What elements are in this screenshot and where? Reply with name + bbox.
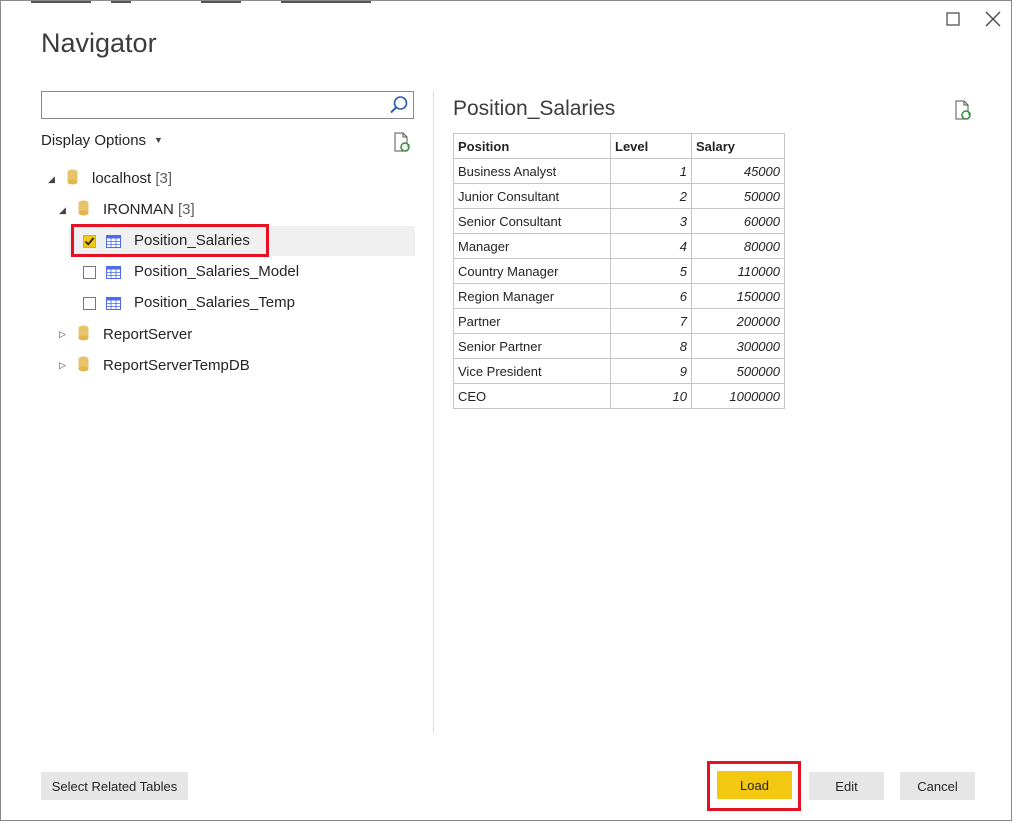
table-row: Senior Partner 8 300000 — [453, 333, 785, 359]
collapsed-triangle-icon[interactable]: ▷ — [59, 329, 66, 340]
database-count: [3] — [178, 201, 195, 218]
table-cell: 60000 — [691, 208, 785, 234]
dialog-title: Navigator — [41, 28, 157, 58]
checkbox-unchecked[interactable] — [83, 266, 96, 279]
column-header[interactable]: Level — [610, 133, 692, 159]
expanded-triangle-icon[interactable]: ◢ — [59, 205, 66, 216]
search-input[interactable] — [46, 94, 380, 118]
background-strip — [1, 1, 481, 5]
database-icon — [67, 169, 78, 185]
highlight-box-load — [707, 761, 801, 811]
table-cell: 45000 — [691, 158, 785, 184]
edit-button[interactable]: Edit — [809, 772, 884, 800]
database-icon — [78, 356, 89, 372]
refresh-document-icon[interactable] — [954, 100, 972, 120]
column-header[interactable]: Position — [453, 133, 611, 159]
database-icon — [78, 200, 89, 216]
table-label: Position_Salaries_Model — [134, 263, 300, 280]
table-cell: 10 — [610, 383, 692, 409]
server-name: localhost — [92, 170, 152, 187]
table-cell: Senior Consultant — [453, 208, 611, 234]
server-count: [3] — [155, 170, 173, 187]
tree-node-reportserver[interactable]: ▷ ReportServer — [41, 320, 411, 351]
database-label: ReportServer — [103, 326, 193, 343]
tree-item-position-salaries-temp[interactable]: Position_Salaries_Temp — [71, 288, 411, 319]
table-cell: CEO — [453, 383, 611, 409]
table-cell: 200000 — [691, 308, 785, 334]
database-name: IRONMAN — [103, 201, 174, 218]
table-cell: 1000000 — [691, 383, 785, 409]
table-cell: 150000 — [691, 283, 785, 309]
preview-title: Position_Salaries — [453, 97, 616, 120]
table-cell: 6 — [610, 283, 692, 309]
table-cell: 8 — [610, 333, 692, 359]
table-cell: Senior Partner — [453, 333, 611, 359]
database-label: ReportServerTempDB — [103, 357, 250, 374]
display-options-label: Display Options — [41, 132, 147, 149]
table-cell: 500000 — [691, 358, 785, 384]
table-cell: Junior Consultant — [453, 183, 611, 209]
tree-label: localhost [3] — [92, 170, 172, 187]
table-cell: Business Analyst — [453, 158, 611, 184]
table-icon — [106, 297, 121, 310]
table-cell: 5 — [610, 258, 692, 284]
cancel-button[interactable]: Cancel — [900, 772, 975, 800]
refresh-document-icon[interactable] — [393, 132, 411, 152]
table-cell: 2 — [610, 183, 692, 209]
table-cell: Manager — [453, 233, 611, 259]
table-row: Business Analyst 1 45000 — [453, 158, 785, 184]
tree-node-localhost[interactable]: ◢ localhost [3] — [41, 164, 411, 195]
table-row: Country Manager 5 110000 — [453, 258, 785, 284]
highlight-box-selected-table — [71, 224, 269, 257]
tree-node-ironman[interactable]: ◢ IRONMAN [3] — [41, 195, 411, 226]
table-row: Senior Consultant 3 60000 — [453, 208, 785, 234]
preview-table: Position Level Salary Business Analyst 1 4… — [453, 133, 785, 409]
collapsed-triangle-icon[interactable]: ▷ — [59, 360, 66, 371]
table-cell: 4 — [610, 233, 692, 259]
table-cell: 3 — [610, 208, 692, 234]
checkbox-unchecked[interactable] — [83, 297, 96, 310]
table-cell: 1 — [610, 158, 692, 184]
chevron-down-icon: ▼ — [154, 135, 163, 145]
pane-divider — [433, 91, 434, 733]
table-cell: 300000 — [691, 333, 785, 359]
maximize-icon[interactable] — [943, 9, 963, 29]
select-related-tables-button[interactable]: Select Related Tables — [41, 772, 188, 800]
table-cell: Country Manager — [453, 258, 611, 284]
column-header[interactable]: Salary — [691, 133, 785, 159]
table-row: Junior Consultant 2 50000 — [453, 183, 785, 209]
table-row: Partner 7 200000 — [453, 308, 785, 334]
tree-node-reportservertempdb[interactable]: ▷ ReportServerTempDB — [41, 351, 411, 382]
table-row: Vice President 9 500000 — [453, 358, 785, 384]
search-icon[interactable] — [389, 95, 409, 115]
table-cell: 9 — [610, 358, 692, 384]
tree-item-position-salaries-model[interactable]: Position_Salaries_Model — [71, 257, 411, 288]
table-label: Position_Salaries_Temp — [134, 294, 295, 311]
table-cell: 7 — [610, 308, 692, 334]
database-icon — [78, 325, 89, 341]
table-header-row: Position Level Salary — [453, 133, 785, 159]
table-row: Region Manager 6 150000 — [453, 283, 785, 309]
table-cell: Vice President — [453, 358, 611, 384]
close-icon[interactable] — [983, 9, 1003, 29]
tree-label: IRONMAN [3] — [103, 201, 195, 218]
table-cell: 80000 — [691, 233, 785, 259]
table-cell: 110000 — [691, 258, 785, 284]
table-cell: 50000 — [691, 183, 785, 209]
table-row: Manager 4 80000 — [453, 233, 785, 259]
table-cell: Region Manager — [453, 283, 611, 309]
navigator-window: Navigator Display Options ▼ ◢ localhost [… — [0, 0, 1012, 821]
display-options-dropdown[interactable]: Display Options ▼ — [41, 132, 163, 149]
search-box[interactable] — [41, 91, 414, 119]
table-icon — [106, 266, 121, 279]
expanded-triangle-icon[interactable]: ◢ — [48, 174, 55, 185]
table-cell: Partner — [453, 308, 611, 334]
table-row: CEO 10 1000000 — [453, 383, 785, 409]
